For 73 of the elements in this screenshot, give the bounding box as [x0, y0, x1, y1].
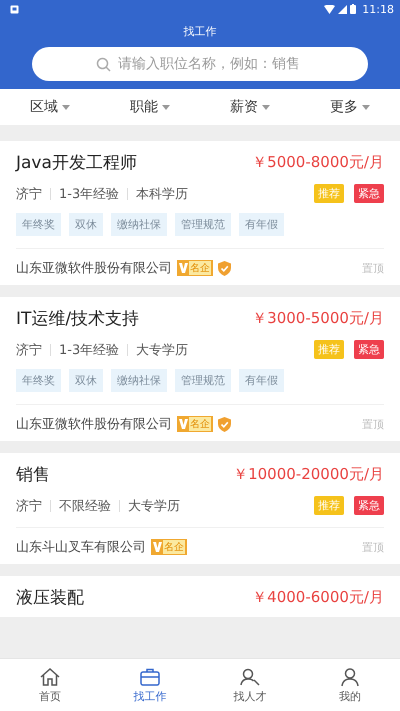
wifi-icon	[324, 4, 336, 14]
job-requirement: 济宁	[16, 498, 42, 514]
job-title: Java开发工程师	[16, 152, 137, 174]
salary: ￥5000-8000元/月	[252, 153, 384, 172]
job-card[interactable]: Java开发工程师 ￥5000-8000元/月 济宁 1-3年经验 本科学历 推荐 紧急 年终奖 双休 缴纳社保 管理规范 有年假 山东亚微软件股份有限公司 名企 置顶	[0, 141, 400, 285]
salary: ￥4000-6000元/月	[252, 588, 384, 607]
battery-icon	[350, 4, 356, 14]
status-time: 11:18	[362, 2, 394, 16]
nav-tab[interactable]: 找人才	[200, 659, 300, 711]
v-mark-icon	[153, 542, 162, 552]
job-requirement: 1-3年经验	[59, 186, 120, 202]
benefit-tag: 管理规范	[175, 369, 231, 392]
salary: ￥10000-20000元/月	[233, 465, 384, 484]
signal-icon	[338, 4, 348, 14]
benefit-tag: 有年假	[239, 369, 284, 392]
v-mark-icon	[179, 419, 188, 429]
job-requirement: 大专学历	[136, 342, 188, 358]
job-requirement: 不限经验	[59, 498, 111, 514]
company-label: 名企	[151, 539, 187, 555]
salary: ￥3000-5000元/月	[252, 309, 384, 328]
briefcase-icon	[139, 666, 161, 686]
benefit-tag: 年终奖	[16, 213, 61, 236]
job-tag: 紧急	[354, 340, 384, 359]
person-search-icon	[239, 666, 261, 686]
job-card[interactable]: 液压装配 ￥4000-6000元/月	[0, 576, 400, 617]
filter-dropdown[interactable]: 薪资	[226, 98, 274, 116]
job-requirement: 1-3年经验	[59, 342, 120, 358]
job-tag: 推荐	[314, 496, 344, 515]
filter-dropdown[interactable]: 职能	[126, 98, 174, 116]
benefit-tag: 缴纳社保	[111, 213, 167, 236]
job-title: 液压装配	[16, 587, 84, 609]
benefit-tag: 缴纳社保	[111, 369, 167, 392]
v-mark-icon	[179, 263, 188, 273]
job-tag: 推荐	[314, 184, 344, 203]
benefit-tag: 双休	[69, 369, 103, 392]
caret-icon	[162, 104, 170, 110]
header-title: 找工作	[182, 24, 218, 40]
notification-icon	[10, 4, 19, 14]
job-title: IT运维/技术支持	[16, 308, 140, 330]
filter-dropdown[interactable]: 更多	[326, 98, 374, 116]
pinned-label: 置顶	[362, 540, 384, 554]
benefit-tag: 双休	[69, 213, 103, 236]
nav-tab[interactable]: 我的	[300, 659, 400, 711]
caret-icon	[262, 104, 270, 110]
job-tag: 紧急	[354, 496, 384, 515]
filter-dropdown[interactable]: 区域	[26, 98, 74, 116]
benefit-tag: 管理规范	[175, 213, 231, 236]
company-name: 山东亚微软件股份有限公司	[16, 416, 172, 433]
company-name: 山东亚微软件股份有限公司	[16, 260, 172, 277]
nav-tab[interactable]: 首页	[0, 659, 100, 711]
search-icon	[96, 57, 111, 72]
job-tag: 紧急	[354, 184, 384, 203]
job-title: 销售	[16, 464, 50, 486]
search-field[interactable]: 请输入职位名称，例如：销售	[32, 47, 368, 81]
benefit-tag: 年终奖	[16, 369, 61, 392]
caret-icon	[362, 104, 370, 110]
pinned-label: 置顶	[362, 416, 384, 432]
job-requirement: 本科学历	[136, 186, 188, 202]
company-label: 名企	[177, 260, 213, 276]
job-requirement: 大专学历	[128, 498, 180, 514]
person-icon	[339, 666, 361, 686]
nav-tab[interactable]: 找工作	[100, 659, 200, 711]
pinned-label: 置顶	[362, 260, 384, 276]
caret-icon	[62, 104, 70, 110]
job-tag: 推荐	[314, 340, 344, 359]
home-icon	[39, 666, 61, 686]
job-requirement: 济宁	[16, 342, 42, 358]
company-label: 名企	[177, 416, 213, 432]
job-requirement: 济宁	[16, 186, 42, 202]
benefit-tag: 有年假	[239, 213, 284, 236]
job-card[interactable]: IT运维/技术支持 ￥3000-5000元/月 济宁 1-3年经验 大专学历 推荐 紧急 年终奖 双休 缴纳社保 管理规范 有年假 山东亚微软件股份有限公司 名企 置顶	[0, 297, 400, 441]
job-card[interactable]: 销售 ￥10000-20000元/月 济宁 不限经验 大专学历 推荐 紧急 山东斗山叉车有限公司 名企 置顶	[0, 453, 400, 564]
company-name: 山东斗山叉车有限公司	[16, 539, 146, 556]
